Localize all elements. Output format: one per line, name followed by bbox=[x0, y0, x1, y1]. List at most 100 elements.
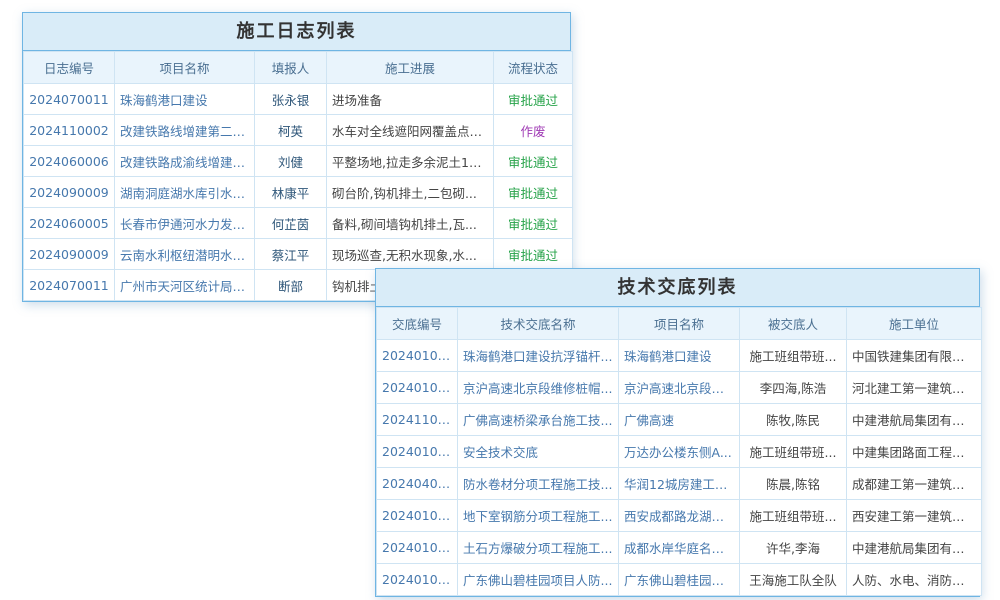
cell-id[interactable]: 2024060005 bbox=[24, 208, 115, 239]
cell-id[interactable]: 2024070011 bbox=[24, 84, 115, 115]
cell-receiver: 李四海,陈浩 bbox=[740, 372, 847, 404]
cell-unit: 河北建工第一建筑有... bbox=[847, 372, 982, 404]
cell-reporter: 林康平 bbox=[255, 177, 327, 208]
technical-disclosure-panel: 技术交底列表 交底编号技术交底名称项目名称被交底人施工单位2024010003珠… bbox=[375, 268, 980, 597]
cell-id[interactable]: 2024010003 bbox=[377, 436, 458, 468]
cell-progress: 砌台阶,钩机排土,二包砌... bbox=[327, 177, 494, 208]
cell-project[interactable]: 珠海鹤港口建设 bbox=[115, 84, 255, 115]
cell-id[interactable]: 2024110002 bbox=[24, 115, 115, 146]
cell-id[interactable]: 2024090009 bbox=[24, 239, 115, 270]
cell-name[interactable]: 广佛高速桥梁承台施工技... bbox=[458, 404, 619, 436]
cell-project[interactable]: 改建铁路线增建第二线直... bbox=[115, 115, 255, 146]
cell-id[interactable]: 2024090009 bbox=[24, 177, 115, 208]
construction-log-table: 日志编号项目名称填报人施工进展流程状态2024070011珠海鹤港口建设张永银进… bbox=[23, 51, 573, 301]
column-header-receiver: 被交底人 bbox=[740, 308, 847, 340]
cell-name[interactable]: 土石方爆破分项工程施工... bbox=[458, 532, 619, 564]
table-row: 2024060006改建铁路成渝线增建第二...刘健平整场地,拉走多余泥土15.… bbox=[24, 146, 573, 177]
cell-status: 审批通过 bbox=[494, 208, 573, 239]
column-header-unit: 施工单位 bbox=[847, 308, 982, 340]
cell-project[interactable]: 长春市伊通河水力发电厂... bbox=[115, 208, 255, 239]
cell-unit: 西安建工第一建筑有... bbox=[847, 500, 982, 532]
cell-project[interactable]: 广州市天河区统计局机房... bbox=[115, 270, 255, 301]
table-row: 2024070011珠海鹤港口建设张永银进场准备审批通过 bbox=[24, 84, 573, 115]
cell-id[interactable]: 2024010002 bbox=[377, 532, 458, 564]
table-row: 2024110002改建铁路线增建第二线直...柯英水车对全线遮阳网覆盖点进..… bbox=[24, 115, 573, 146]
cell-receiver: 施工班组带班... bbox=[740, 340, 847, 372]
header-row: 日志编号项目名称填报人施工进展流程状态 bbox=[24, 52, 573, 84]
cell-name[interactable]: 珠海鹤港口建设抗浮锚杆... bbox=[458, 340, 619, 372]
cell-id[interactable]: 2024060006 bbox=[24, 146, 115, 177]
cell-name[interactable]: 京沪高速北京段维修桩帽... bbox=[458, 372, 619, 404]
cell-progress: 现场巡查,无积水现象,水... bbox=[327, 239, 494, 270]
column-header-reporter: 填报人 bbox=[255, 52, 327, 84]
cell-project[interactable]: 京沪高速北京段维修 bbox=[619, 372, 740, 404]
cell-project[interactable]: 广佛高速 bbox=[619, 404, 740, 436]
cell-unit: 成都建工第一建筑有... bbox=[847, 468, 982, 500]
cell-name[interactable]: 安全技术交底 bbox=[458, 436, 619, 468]
cell-project[interactable]: 珠海鹤港口建设 bbox=[619, 340, 740, 372]
cell-progress: 进场准备 bbox=[327, 84, 494, 115]
table-row: 2024010002地下室钢筋分项工程施工...西安成都路龙湖上...施工班组带… bbox=[377, 500, 982, 532]
table-row: 2024090009云南水利枢纽潜明水库一...蔡江平现场巡查,无积水现象,水.… bbox=[24, 239, 573, 270]
cell-receiver: 陈牧,陈民 bbox=[740, 404, 847, 436]
cell-id[interactable]: 2024010004 bbox=[377, 372, 458, 404]
cell-receiver: 陈晨,陈铭 bbox=[740, 468, 847, 500]
table-row: 2024010004京沪高速北京段维修桩帽...京沪高速北京段维修李四海,陈浩河… bbox=[377, 372, 982, 404]
cell-reporter: 张永银 bbox=[255, 84, 327, 115]
construction-log-panel: 施工日志列表 日志编号项目名称填报人施工进展流程状态2024070011珠海鹤港… bbox=[22, 12, 571, 302]
cell-receiver: 施工班组带班... bbox=[740, 500, 847, 532]
cell-id[interactable]: 2024010003 bbox=[377, 340, 458, 372]
construction-log-title: 施工日志列表 bbox=[23, 13, 570, 51]
column-header-project: 项目名称 bbox=[619, 308, 740, 340]
cell-unit: 中建港航局集团有限... bbox=[847, 404, 982, 436]
column-header-id: 交底编号 bbox=[377, 308, 458, 340]
table-row: 2024110001广佛高速桥梁承台施工技...广佛高速陈牧,陈民中建港航局集团… bbox=[377, 404, 982, 436]
column-header-name: 技术交底名称 bbox=[458, 308, 619, 340]
cell-project[interactable]: 万达办公楼东侧A... bbox=[619, 436, 740, 468]
cell-name[interactable]: 广东佛山碧桂园项目人防... bbox=[458, 564, 619, 596]
column-header-project: 项目名称 bbox=[115, 52, 255, 84]
cell-project[interactable]: 华润12城房建工程... bbox=[619, 468, 740, 500]
cell-project[interactable]: 广东佛山碧桂园项目 bbox=[619, 564, 740, 596]
cell-status: 审批通过 bbox=[494, 146, 573, 177]
cell-project[interactable]: 改建铁路成渝线增建第二... bbox=[115, 146, 255, 177]
technical-disclosure-table: 交底编号技术交底名称项目名称被交底人施工单位2024010003珠海鹤港口建设抗… bbox=[376, 307, 982, 596]
column-header-status: 流程状态 bbox=[494, 52, 573, 84]
technical-disclosure-title: 技术交底列表 bbox=[376, 269, 979, 307]
cell-id[interactable]: 2024110001 bbox=[377, 404, 458, 436]
cell-project[interactable]: 湖南洞庭湖水库引水工程... bbox=[115, 177, 255, 208]
cell-status: 审批通过 bbox=[494, 84, 573, 115]
cell-unit: 人防、水电、消防暖通... bbox=[847, 564, 982, 596]
cell-status: 审批通过 bbox=[494, 177, 573, 208]
cell-project[interactable]: 云南水利枢纽潜明水库一... bbox=[115, 239, 255, 270]
cell-id[interactable]: 2024040001 bbox=[377, 468, 458, 500]
cell-reporter: 断部 bbox=[255, 270, 327, 301]
cell-unit: 中国铁建集团有限公司 bbox=[847, 340, 982, 372]
cell-reporter: 何芷茵 bbox=[255, 208, 327, 239]
cell-receiver: 王海施工队全队 bbox=[740, 564, 847, 596]
cell-reporter: 蔡江平 bbox=[255, 239, 327, 270]
cell-status: 作废 bbox=[494, 115, 573, 146]
cell-receiver: 许华,李海 bbox=[740, 532, 847, 564]
cell-project[interactable]: 西安成都路龙湖上... bbox=[619, 500, 740, 532]
table-row: 2024010001广东佛山碧桂园项目人防...广东佛山碧桂园项目王海施工队全队… bbox=[377, 564, 982, 596]
cell-id[interactable]: 2024010002 bbox=[377, 500, 458, 532]
column-header-progress: 施工进展 bbox=[327, 52, 494, 84]
cell-progress: 水车对全线遮阳网覆盖点进... bbox=[327, 115, 494, 146]
cell-progress: 备料,砌间墙钩机排土,瓦... bbox=[327, 208, 494, 239]
cell-progress: 平整场地,拉走多余泥土15... bbox=[327, 146, 494, 177]
cell-reporter: 刘健 bbox=[255, 146, 327, 177]
table-row: 2024040001防水卷材分项工程施工技...华润12城房建工程...陈晨,陈… bbox=[377, 468, 982, 500]
table-row: 2024090009湖南洞庭湖水库引水工程...林康平砌台阶,钩机排土,二包砌.… bbox=[24, 177, 573, 208]
table-row: 2024060005长春市伊通河水力发电厂...何芷茵备料,砌间墙钩机排土,瓦.… bbox=[24, 208, 573, 239]
table-row: 2024010003珠海鹤港口建设抗浮锚杆...珠海鹤港口建设施工班组带班...… bbox=[377, 340, 982, 372]
cell-id[interactable]: 2024070011 bbox=[24, 270, 115, 301]
header-row: 交底编号技术交底名称项目名称被交底人施工单位 bbox=[377, 308, 982, 340]
cell-reporter: 柯英 bbox=[255, 115, 327, 146]
cell-status: 审批通过 bbox=[494, 239, 573, 270]
cell-project[interactable]: 成都水岸华庭名苑... bbox=[619, 532, 740, 564]
cell-name[interactable]: 地下室钢筋分项工程施工... bbox=[458, 500, 619, 532]
cell-id[interactable]: 2024010001 bbox=[377, 564, 458, 596]
cell-name[interactable]: 防水卷材分项工程施工技... bbox=[458, 468, 619, 500]
table-row: 2024010002土石方爆破分项工程施工...成都水岸华庭名苑...许华,李海… bbox=[377, 532, 982, 564]
